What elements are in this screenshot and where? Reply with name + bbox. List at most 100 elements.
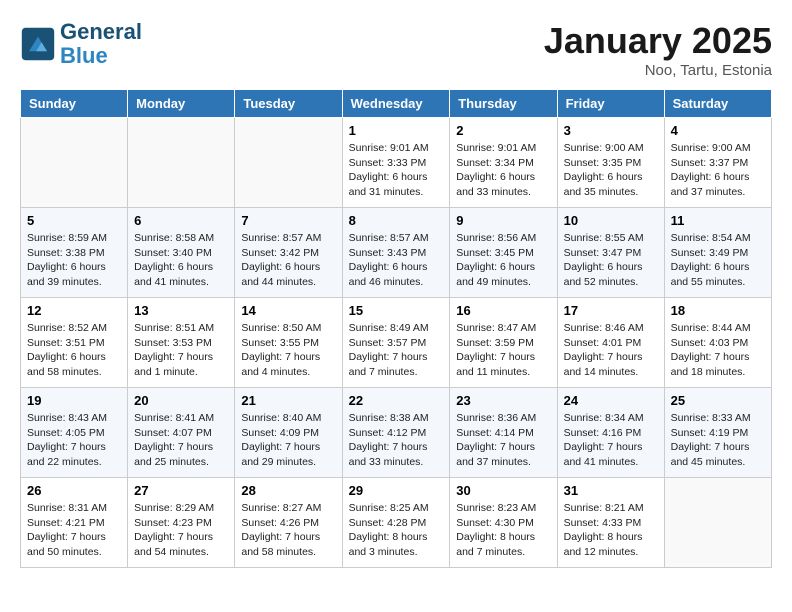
- day-number: 23: [456, 393, 550, 408]
- day-number: 18: [671, 303, 765, 318]
- calendar-cell: 27Sunrise: 8:29 AM Sunset: 4:23 PM Dayli…: [128, 478, 235, 568]
- day-number: 25: [671, 393, 765, 408]
- day-number: 2: [456, 123, 550, 138]
- logo-icon: [20, 26, 56, 62]
- day-number: 4: [671, 123, 765, 138]
- week-row-3: 12 Sunrise: 8:52 AM Sunset: 3:51 PM Dayli…: [21, 298, 772, 388]
- day-number: 1: [349, 123, 444, 138]
- day-info: Sunrise: 8:21 AM Sunset: 4:33 PM Dayligh…: [564, 501, 658, 560]
- day-info: Sunrise: 9:01 AM Sunset: 3:34 PM Dayligh…: [456, 141, 550, 200]
- day-number: 19: [27, 393, 121, 408]
- calendar-cell: 1 Sunrise: 9:01 AM Sunset: 3:33 PM Daylig…: [342, 118, 450, 208]
- page-header: General Blue January 2025 Noo, Tartu, Es…: [20, 20, 772, 79]
- day-info: Sunrise: 8:55 AM Sunset: 3:47 PM Dayligh…: [564, 231, 658, 290]
- weekday-header-tuesday: Tuesday: [235, 90, 342, 118]
- calendar-cell: 6Sunrise: 8:58 AM Sunset: 3:40 PM Daylig…: [128, 208, 235, 298]
- calendar-cell: 14 Sunrise: 8:50 AM Sunset: 3:55 PM Dayli…: [235, 298, 342, 388]
- weekday-header-friday: Friday: [557, 90, 664, 118]
- week-row-1: 1 Sunrise: 9:01 AM Sunset: 3:33 PM Daylig…: [21, 118, 772, 208]
- day-info: Sunrise: 8:59 AM Sunset: 3:38 PM Dayligh…: [27, 231, 121, 290]
- day-info: Sunrise: 8:52 AM Sunset: 3:51 PM Dayligh…: [27, 321, 121, 380]
- calendar-cell: 21 Sunrise: 8:40 AM Sunset: 4:09 PM Dayli…: [235, 388, 342, 478]
- calendar-cell: 25Sunrise: 8:33 AM Sunset: 4:19 PM Dayli…: [664, 388, 771, 478]
- day-info: Sunrise: 8:34 AM Sunset: 4:16 PM Dayligh…: [564, 411, 658, 470]
- calendar-cell: 26 Sunrise: 8:31 AM Sunset: 4:21 PM Dayli…: [21, 478, 128, 568]
- day-number: 29: [349, 483, 444, 498]
- calendar-cell: 31 Sunrise: 8:21 AM Sunset: 4:33 PM Dayli…: [557, 478, 664, 568]
- weekday-header-saturday: Saturday: [664, 90, 771, 118]
- day-info: Sunrise: 9:00 AM Sunset: 3:37 PM Dayligh…: [671, 141, 765, 200]
- day-info: Sunrise: 8:54 AM Sunset: 3:49 PM Dayligh…: [671, 231, 765, 290]
- calendar-cell: 12 Sunrise: 8:52 AM Sunset: 3:51 PM Dayli…: [21, 298, 128, 388]
- weekday-header-sunday: Sunday: [21, 90, 128, 118]
- day-info: Sunrise: 8:36 AM Sunset: 4:14 PM Dayligh…: [456, 411, 550, 470]
- weekday-header-row: SundayMondayTuesdayWednesdayThursdayFrid…: [21, 90, 772, 118]
- day-number: 14: [241, 303, 335, 318]
- day-info: Sunrise: 8:49 AM Sunset: 3:57 PM Dayligh…: [349, 321, 444, 380]
- calendar-cell: 10Sunrise: 8:55 AM Sunset: 3:47 PM Dayli…: [557, 208, 664, 298]
- calendar-cell: 18 Sunrise: 8:44 AM Sunset: 4:03 PM Dayli…: [664, 298, 771, 388]
- calendar-cell: [128, 118, 235, 208]
- day-number: 8: [349, 213, 444, 228]
- day-number: 24: [564, 393, 658, 408]
- day-info: Sunrise: 9:01 AM Sunset: 3:33 PM Dayligh…: [349, 141, 444, 200]
- week-row-2: 5Sunrise: 8:59 AM Sunset: 3:38 PM Daylig…: [21, 208, 772, 298]
- day-number: 31: [564, 483, 658, 498]
- calendar-cell: 29Sunrise: 8:25 AM Sunset: 4:28 PM Dayli…: [342, 478, 450, 568]
- calendar-cell: 2 Sunrise: 9:01 AM Sunset: 3:34 PM Daylig…: [450, 118, 557, 208]
- calendar-cell: [664, 478, 771, 568]
- day-number: 7: [241, 213, 335, 228]
- calendar-cell: 7 Sunrise: 8:57 AM Sunset: 3:42 PM Daylig…: [235, 208, 342, 298]
- weekday-header-wednesday: Wednesday: [342, 90, 450, 118]
- calendar-cell: 3Sunrise: 9:00 AM Sunset: 3:35 PM Daylig…: [557, 118, 664, 208]
- calendar-cell: 11Sunrise: 8:54 AM Sunset: 3:49 PM Dayli…: [664, 208, 771, 298]
- calendar-cell: 28Sunrise: 8:27 AM Sunset: 4:26 PM Dayli…: [235, 478, 342, 568]
- day-info: Sunrise: 8:56 AM Sunset: 3:45 PM Dayligh…: [456, 231, 550, 290]
- day-number: 9: [456, 213, 550, 228]
- calendar-cell: 8Sunrise: 8:57 AM Sunset: 3:43 PM Daylig…: [342, 208, 450, 298]
- calendar-cell: 15 Sunrise: 8:49 AM Sunset: 3:57 PM Dayli…: [342, 298, 450, 388]
- day-number: 21: [241, 393, 335, 408]
- day-info: Sunrise: 8:50 AM Sunset: 3:55 PM Dayligh…: [241, 321, 335, 380]
- calendar-cell: 4 Sunrise: 9:00 AM Sunset: 3:37 PM Daylig…: [664, 118, 771, 208]
- day-info: Sunrise: 8:27 AM Sunset: 4:26 PM Dayligh…: [241, 501, 335, 560]
- calendar-table: SundayMondayTuesdayWednesdayThursdayFrid…: [20, 89, 772, 568]
- day-number: 3: [564, 123, 658, 138]
- day-info: Sunrise: 8:57 AM Sunset: 3:42 PM Dayligh…: [241, 231, 335, 290]
- day-number: 26: [27, 483, 121, 498]
- calendar-cell: [235, 118, 342, 208]
- calendar-cell: 19Sunrise: 8:43 AM Sunset: 4:05 PM Dayli…: [21, 388, 128, 478]
- calendar-cell: 24 Sunrise: 8:34 AM Sunset: 4:16 PM Dayli…: [557, 388, 664, 478]
- month-title: January 2025: [544, 20, 772, 62]
- title-block: January 2025 Noo, Tartu, Estonia: [544, 20, 772, 79]
- calendar-cell: 9 Sunrise: 8:56 AM Sunset: 3:45 PM Daylig…: [450, 208, 557, 298]
- location-subtitle: Noo, Tartu, Estonia: [544, 62, 772, 79]
- day-info: Sunrise: 8:46 AM Sunset: 4:01 PM Dayligh…: [564, 321, 658, 380]
- day-number: 22: [349, 393, 444, 408]
- day-number: 20: [134, 393, 228, 408]
- day-info: Sunrise: 8:31 AM Sunset: 4:21 PM Dayligh…: [27, 501, 121, 560]
- day-info: Sunrise: 8:44 AM Sunset: 4:03 PM Dayligh…: [671, 321, 765, 380]
- logo-text: General Blue: [60, 20, 142, 68]
- day-number: 12: [27, 303, 121, 318]
- day-info: Sunrise: 8:23 AM Sunset: 4:30 PM Dayligh…: [456, 501, 550, 560]
- calendar-cell: 17Sunrise: 8:46 AM Sunset: 4:01 PM Dayli…: [557, 298, 664, 388]
- calendar-cell: [21, 118, 128, 208]
- day-info: Sunrise: 8:47 AM Sunset: 3:59 PM Dayligh…: [456, 321, 550, 380]
- weekday-header-monday: Monday: [128, 90, 235, 118]
- day-info: Sunrise: 8:29 AM Sunset: 4:23 PM Dayligh…: [134, 501, 228, 560]
- calendar-cell: 16Sunrise: 8:47 AM Sunset: 3:59 PM Dayli…: [450, 298, 557, 388]
- logo: General Blue: [20, 20, 142, 68]
- day-info: Sunrise: 8:40 AM Sunset: 4:09 PM Dayligh…: [241, 411, 335, 470]
- calendar-cell: 30 Sunrise: 8:23 AM Sunset: 4:30 PM Dayli…: [450, 478, 557, 568]
- calendar-cell: 22Sunrise: 8:38 AM Sunset: 4:12 PM Dayli…: [342, 388, 450, 478]
- calendar-cell: 20Sunrise: 8:41 AM Sunset: 4:07 PM Dayli…: [128, 388, 235, 478]
- day-number: 13: [134, 303, 228, 318]
- calendar-cell: 13Sunrise: 8:51 AM Sunset: 3:53 PM Dayli…: [128, 298, 235, 388]
- day-number: 15: [349, 303, 444, 318]
- day-number: 30: [456, 483, 550, 498]
- week-row-5: 26 Sunrise: 8:31 AM Sunset: 4:21 PM Dayli…: [21, 478, 772, 568]
- day-info: Sunrise: 8:58 AM Sunset: 3:40 PM Dayligh…: [134, 231, 228, 290]
- week-row-4: 19Sunrise: 8:43 AM Sunset: 4:05 PM Dayli…: [21, 388, 772, 478]
- calendar-cell: 5Sunrise: 8:59 AM Sunset: 3:38 PM Daylig…: [21, 208, 128, 298]
